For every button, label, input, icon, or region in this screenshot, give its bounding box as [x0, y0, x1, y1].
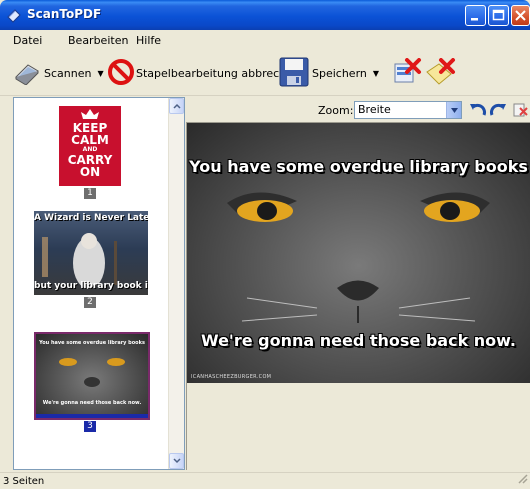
page-number-badge: 1	[84, 188, 96, 199]
thumb-text: ON	[79, 165, 101, 179]
page-thumbnail-3[interactable]: You have some overdue library books We'r…	[34, 332, 150, 420]
maximize-button[interactable]	[488, 5, 509, 26]
page-count-status: 3 Seiten	[3, 476, 45, 487]
menu-bar: Datei Bearbeiten Hilfe	[0, 30, 530, 50]
image-caption-top: You have some overdue library books	[189, 157, 528, 176]
chevron-down-icon[interactable]	[446, 102, 461, 118]
cancel-batch-button[interactable]: Stapelbearbeitung abbrechen	[108, 59, 300, 88]
menu-datei[interactable]: Datei	[13, 34, 42, 47]
delete-pages-icon	[393, 58, 423, 89]
chevron-down-icon[interactable]: ▼	[373, 69, 379, 78]
page-number-badge: 2	[84, 297, 96, 308]
zoom-select[interactable]: Breite	[354, 101, 462, 119]
thumb-caption-bottom: but your library book is	[34, 281, 148, 291]
page-image: You have some overdue library books We'r…	[187, 123, 530, 383]
scanner-icon	[14, 59, 40, 88]
stop-icon	[108, 59, 134, 88]
chevron-down-icon[interactable]: ▼	[97, 69, 103, 78]
viewer-toolbar: Zoom: Breite	[186, 97, 530, 122]
scroll-up-button[interactable]	[169, 98, 184, 114]
chevron-up-icon	[172, 103, 181, 109]
thumbnail-panel[interactable]: KEEP CALM AND CARRY ON 1 A Wizard is Nev…	[13, 97, 185, 470]
floppy-disk-icon	[279, 57, 309, 90]
status-bar: 3 Seiten	[0, 472, 530, 489]
title-bar[interactable]: ScanToPDF	[0, 0, 530, 30]
page-thumbnail-2[interactable]: A Wizard is Never Late... but your libra…	[34, 211, 148, 295]
delete-page-icon[interactable]	[512, 102, 528, 121]
rotate-right-icon[interactable]	[489, 101, 507, 122]
page-thumbnail-1[interactable]: KEEP CALM AND CARRY ON	[59, 106, 121, 186]
crown-icon	[81, 109, 99, 119]
toolbar: Scannen ▼ Stapelbearbeitung abbrechen Sp…	[0, 50, 530, 96]
thumb-text: CALM	[71, 133, 109, 147]
zoom-value: Breite	[358, 103, 391, 116]
scantopdf-app-icon	[6, 7, 22, 23]
image-caption-bottom: We're gonna need those back now.	[201, 331, 516, 350]
menu-hilfe[interactable]: Hilfe	[136, 34, 161, 47]
save-button[interactable]: Speichern ▼	[279, 57, 379, 90]
resize-grip-icon[interactable]	[516, 472, 528, 487]
thumbnail-scrollbar[interactable]	[168, 98, 184, 469]
delete-all-button[interactable]	[425, 58, 457, 89]
close-button[interactable]	[511, 5, 530, 26]
page-number-badge-selected: 3	[84, 421, 96, 432]
zoom-label: Zoom:	[318, 104, 354, 117]
minimize-button[interactable]	[465, 5, 486, 26]
rotate-left-icon[interactable]	[469, 101, 487, 122]
menu-bearbeiten[interactable]: Bearbeiten	[68, 34, 128, 47]
image-watermark: ICANHASCHEEZBURGER.COM	[191, 374, 272, 380]
window-title: ScanToPDF	[27, 7, 102, 21]
delete-document-icon	[425, 58, 457, 89]
delete-pages-button[interactable]	[393, 58, 423, 89]
thumb-caption-bottom: We're gonna need those back now.	[42, 400, 142, 406]
cancel-batch-label: Stapelbearbeitung abbrechen	[136, 67, 300, 80]
page-viewer[interactable]: You have some overdue library books We'r…	[186, 122, 530, 470]
scan-label: Scannen	[44, 67, 92, 80]
chevron-down-icon	[172, 458, 181, 464]
scroll-down-button[interactable]	[169, 453, 184, 469]
scan-button[interactable]: Scannen ▼	[14, 59, 104, 88]
save-label: Speichern	[312, 67, 367, 80]
